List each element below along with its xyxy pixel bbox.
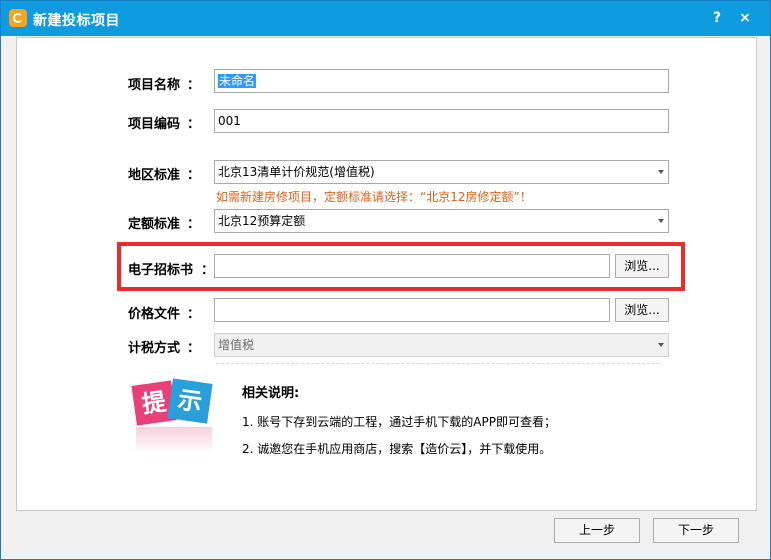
region-standard-value: 北京13清单计价规范(增值税) — [218, 165, 375, 179]
quota-standard-label: 定额标准 — [128, 217, 181, 232]
project-name-colon: ： — [187, 78, 201, 93]
new-tender-project-dialog: 新建投标项目 ? × 项目名称 ： 未命名 项目编码 ： 001 地区标准 ： … — [0, 0, 771, 560]
title-bar: 新建投标项目 ? × — [1, 1, 770, 36]
info-note: 2. 诚邀您在手机应用商店，搜索【造价云】，并下载使用。 — [242, 442, 552, 456]
project-name-value: 未命名 — [218, 74, 257, 88]
chevron-down-icon — [658, 219, 664, 223]
tax-method-select: 增值税 — [214, 333, 669, 357]
chevron-down-icon — [658, 170, 664, 174]
price-file-input[interactable] — [214, 298, 610, 322]
region-standard-select[interactable]: 北京13清单计价规范(增值税) — [214, 160, 669, 184]
quota-standard-select[interactable]: 北京12预算定额 — [214, 209, 669, 233]
project-name-input[interactable]: 未命名 — [214, 69, 669, 93]
divider — [216, 363, 660, 364]
tender-doc-colon: ： — [201, 263, 215, 278]
price-file-label: 价格文件 — [128, 307, 181, 322]
tax-method-label: 计税方式 — [128, 341, 181, 356]
tender-doc-browse-button[interactable]: 浏览... — [615, 254, 669, 278]
tender-doc-label: 电子招标书 — [128, 263, 194, 278]
tip-badge-char-2: 示 — [167, 378, 213, 424]
quota-standard-value: 北京12预算定额 — [218, 214, 306, 228]
project-code-colon: ： — [187, 117, 201, 132]
info-note: 1. 账号下存到云端的工程，通过手机下载的APP即可查看； — [242, 415, 556, 429]
prev-step-button[interactable]: 上一步 — [554, 518, 640, 543]
price-file-colon: ： — [187, 307, 201, 322]
project-code-label: 项目编码 — [128, 117, 181, 132]
info-title: 相关说明: — [242, 386, 300, 401]
renovation-warning-text: 如需新建房修项目，定额标准请选择：“北京12房修定额”！ — [216, 190, 532, 204]
quota-standard-colon: ： — [187, 217, 201, 232]
region-standard-label: 地区标准 — [128, 168, 181, 183]
close-button[interactable]: × — [735, 8, 755, 28]
chevron-down-icon — [658, 343, 664, 347]
project-code-input[interactable]: 001 — [214, 109, 669, 133]
region-standard-colon: ： — [187, 168, 201, 183]
window-title: 新建投标项目 — [33, 13, 120, 29]
project-name-label: 项目名称 — [128, 78, 181, 93]
tax-method-value: 增值税 — [218, 338, 255, 352]
badge-reflection — [136, 427, 212, 453]
tax-method-colon: ： — [187, 341, 201, 356]
tender-doc-input[interactable] — [214, 254, 610, 278]
help-button[interactable]: ? — [707, 8, 727, 28]
next-step-button[interactable]: 下一步 — [653, 518, 739, 543]
tip-badge-icon: 提 示 — [131, 375, 218, 457]
app-logo-icon — [9, 9, 27, 27]
price-file-browse-button[interactable]: 浏览... — [615, 298, 669, 322]
